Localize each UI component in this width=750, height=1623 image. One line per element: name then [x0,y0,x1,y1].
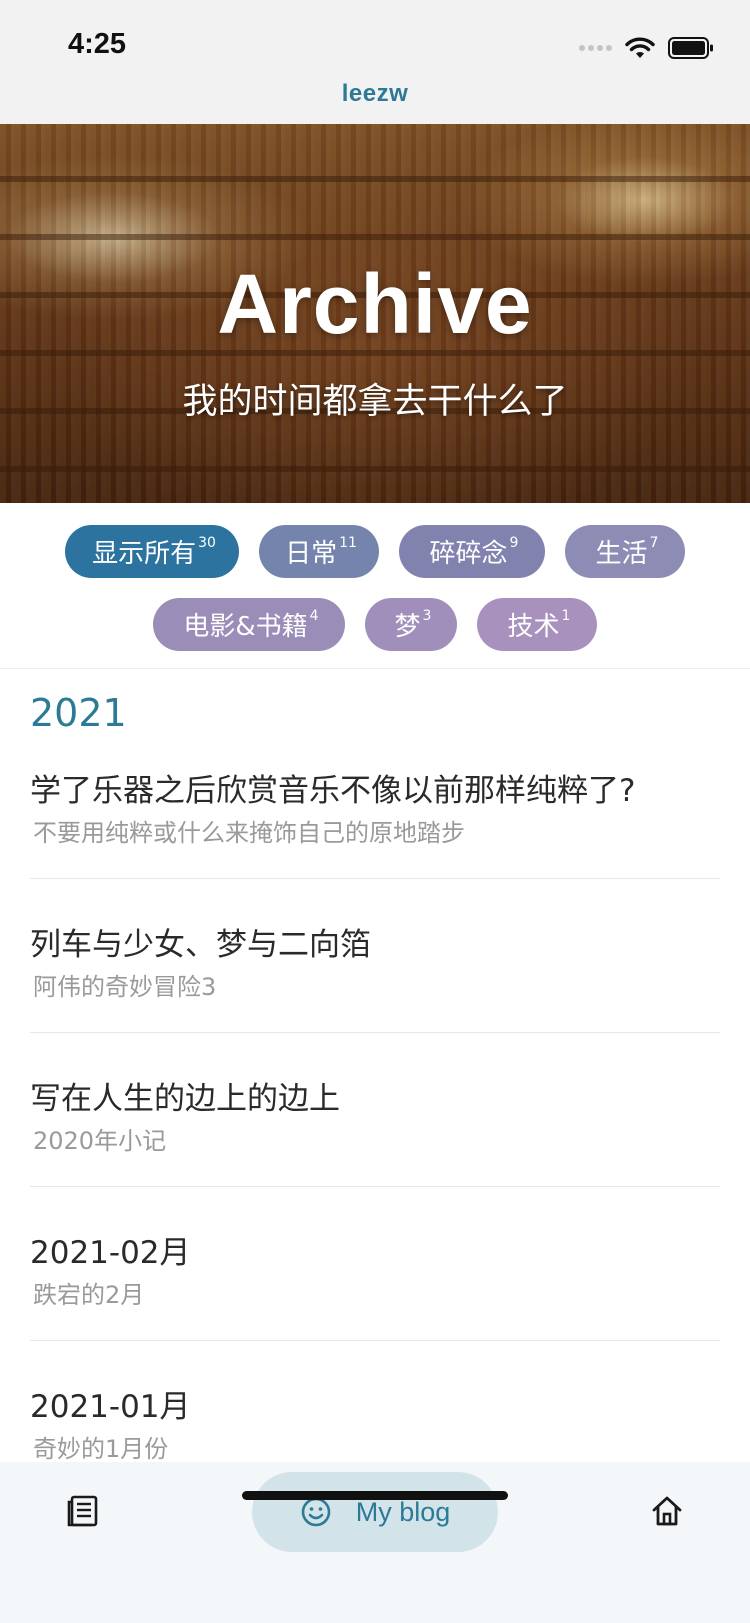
status-time: 4:25 [68,28,127,60]
home-indicator[interactable] [242,1491,508,1500]
post-description: 不要用纯粹或什么来掩饰自己的原地踏步 [33,819,465,847]
post-description: 跌宕的2月 [33,1281,145,1309]
article-list-icon[interactable] [66,1494,100,1528]
tag-murmurs[interactable]: 碎碎念 9 [399,525,545,578]
status-icons [579,34,714,62]
hero-title: Archive [217,257,533,351]
tag-daily[interactable]: 日常 11 [259,525,379,578]
tag-all[interactable]: 显示所有 30 [65,525,239,578]
status-bar: 4:25 [0,0,750,88]
post-item[interactable]: 写在人生的边上的边上 2020年小记 [30,1033,720,1187]
post-item[interactable]: 2021-02月 跌宕的2月 [30,1187,720,1341]
smiley-icon [301,1497,331,1527]
post-description: 奇妙的1月份 [33,1435,169,1462]
bottom-nav: My blog [0,1462,750,1623]
post-item[interactable]: 列车与少女、梦与二向箔 阿伟的奇妙冒险3 [30,879,720,1033]
tag-dreams[interactable]: 梦3 [365,598,457,651]
post-description: 阿伟的奇妙冒险3 [33,973,217,1001]
post-item[interactable]: 学了乐器之后欣赏音乐不像以前那样纯粹了? 不要用纯粹或什么来掩饰自己的原地踏步 [30,725,720,879]
nav-bar: leezw [0,82,750,124]
my-blog-button[interactable]: My blog [252,1472,498,1552]
cellular-signal-icon [579,45,612,51]
tag-row: 电影&书籍 4 梦3 技术 1 [0,598,750,651]
hero-banner: Archive 我的时间都拿去干什么了 [0,124,750,503]
wifi-icon [625,37,655,58]
tag-life[interactable]: 生活 7 [565,525,685,578]
hero-subtitle: 我的时间都拿去干什么了 [182,382,568,421]
post-title: 2021-01月 [30,1389,191,1425]
post-title: 写在人生的边上的边上 [30,1081,340,1117]
archive-list: 2021 学了乐器之后欣赏音乐不像以前那样纯粹了? 不要用纯粹或什么来掩饰自己的… [0,669,750,1462]
post-item[interactable]: 2021-01月 奇妙的1月份 [30,1341,720,1462]
post-title: 列车与少女、梦与二向箔 [30,927,371,963]
home-icon[interactable] [650,1494,684,1528]
post-title: 学了乐器之后欣赏音乐不像以前那样纯粹了? [30,773,636,809]
battery-icon [668,37,713,59]
my-blog-label: My blog [355,1496,451,1527]
site-title[interactable]: leezw [342,80,409,107]
tag-tech[interactable]: 技术 1 [477,598,597,651]
tag-row: 显示所有 30 日常 11 碎碎念 9 生活 7 [0,525,750,578]
tag-movies-books[interactable]: 电影&书籍 4 [153,598,345,651]
tag-filter-bar: 显示所有 30 日常 11 碎碎念 9 生活 7 电影&书籍 4 梦3 技术 1 [0,503,750,669]
post-description: 2020年小记 [33,1127,167,1155]
post-title: 2021-02月 [30,1235,191,1271]
